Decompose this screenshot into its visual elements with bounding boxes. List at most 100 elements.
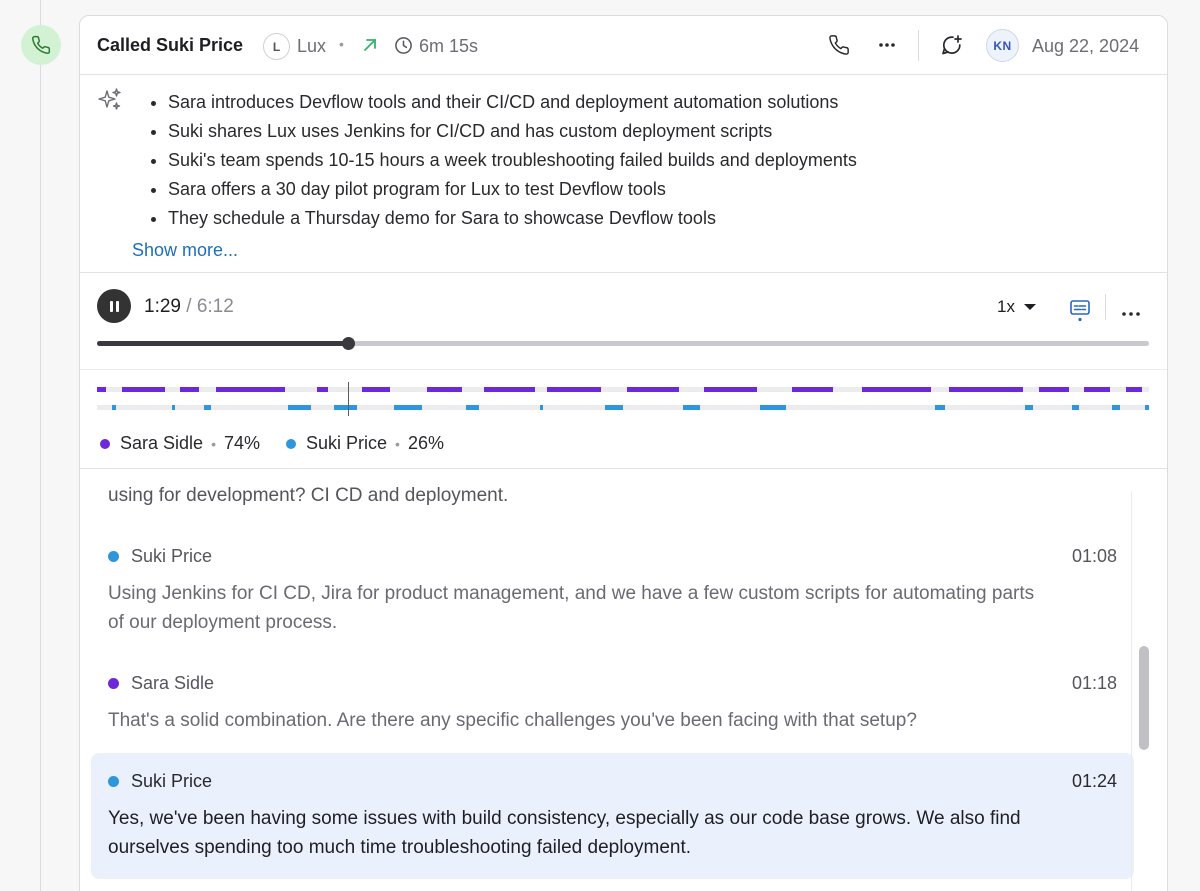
speaker-timeline-sara[interactable] xyxy=(97,387,1149,392)
speaker-name: Suki Price xyxy=(306,433,388,453)
transcript-entry-header: Suki Price xyxy=(108,546,212,567)
sparkle-icon xyxy=(97,87,123,118)
transcript-entry-header: Suki Price xyxy=(108,771,212,792)
summary-bullet: Suki shares Lux uses Jenkins for CI/CD a… xyxy=(151,117,857,146)
speaker-segment[interactable] xyxy=(484,387,535,392)
transcript-panel: using for development? CI CD and deploym… xyxy=(80,469,1140,891)
company-avatar[interactable]: L xyxy=(263,33,290,60)
speaker-color-dot xyxy=(100,438,110,449)
caret-down-icon xyxy=(1023,304,1036,310)
transcript-entry-active[interactable]: Suki Price 01:24 Yes, we've been having … xyxy=(91,753,1134,879)
speaker-segment[interactable] xyxy=(362,387,391,392)
speaker-segment[interactable] xyxy=(466,405,479,410)
transcript-entry[interactable]: Suki Price 01:08 Using Jenkins for CI CD… xyxy=(91,539,1134,649)
speaker-segment[interactable] xyxy=(1125,387,1142,392)
speaker-segment[interactable] xyxy=(215,387,286,392)
pause-icon-bar xyxy=(115,300,119,312)
call-back-button[interactable] xyxy=(828,34,850,61)
speaker-segment[interactable] xyxy=(316,387,329,392)
pause-icon xyxy=(109,300,113,312)
speaker-segment[interactable] xyxy=(1144,405,1149,410)
transcript-speaker: Suki Price xyxy=(131,546,213,566)
separator-dot: • xyxy=(339,36,344,52)
total-time: 6:12 xyxy=(196,296,234,317)
speaker-color-dot xyxy=(108,776,119,787)
speaker-segment[interactable] xyxy=(180,387,200,392)
speaker-segment[interactable] xyxy=(171,405,175,410)
speaker-segment[interactable] xyxy=(605,405,623,410)
more-horizontal-icon xyxy=(1122,312,1140,316)
playback-speed-dropdown[interactable]: 1x xyxy=(997,297,1036,317)
speaker-segment[interactable] xyxy=(704,387,757,392)
speaker-segment[interactable] xyxy=(111,405,116,410)
phone-icon xyxy=(32,35,51,54)
summary-bullet: Sara introduces Devflow tools and their … xyxy=(151,88,857,117)
phone-icon xyxy=(829,35,849,55)
separator-dot: • xyxy=(211,435,216,452)
speaker-segment[interactable] xyxy=(1038,387,1070,392)
speaker-timeline-suki[interactable] xyxy=(97,405,1149,410)
transcript-speaker: Sara Sidle xyxy=(131,673,215,693)
speaker-legend-item-suki[interactable]: Suki Price • 26% xyxy=(286,433,444,454)
speaker-segment[interactable] xyxy=(547,387,601,392)
call-activity-card: Called Suki Price L Lux • 6m 15s KN Aug … xyxy=(79,15,1168,891)
summary-bullet: They schedule a Thursday demo for Sara t… xyxy=(151,204,857,233)
captions-toggle-button[interactable] xyxy=(1070,298,1090,322)
speaker-segment[interactable] xyxy=(204,405,211,410)
transcript-speaker: Suki Price xyxy=(131,771,213,791)
speaker-color-dot xyxy=(286,438,296,449)
transcript-scrollbar-thumb[interactable] xyxy=(1139,646,1149,750)
speaker-segment[interactable] xyxy=(333,405,357,410)
call-activity-icon xyxy=(21,25,61,65)
speaker-segment[interactable] xyxy=(539,405,544,410)
speaker-segment[interactable] xyxy=(861,387,932,392)
speaker-segment[interactable] xyxy=(1024,405,1034,410)
summary-bullet: Suki's team spends 10-15 hours a week tr… xyxy=(151,146,857,175)
company-name[interactable]: Lux xyxy=(297,36,326,57)
speaker-segment[interactable] xyxy=(759,405,787,410)
speaker-segment[interactable] xyxy=(1072,405,1079,410)
transcript-timestamp[interactable]: 01:24 xyxy=(1072,771,1117,792)
show-more-link[interactable]: Show more... xyxy=(132,240,238,261)
separator-dot: • xyxy=(395,435,400,452)
speaker-segment[interactable] xyxy=(949,387,1023,392)
player-divider xyxy=(1105,294,1106,320)
pause-button[interactable] xyxy=(97,289,131,323)
speaker-segment[interactable] xyxy=(682,405,700,410)
playback-progress-bar[interactable] xyxy=(97,337,1149,350)
current-time: 1:29 xyxy=(144,296,181,317)
add-comment-icon xyxy=(942,35,962,55)
section-divider xyxy=(80,272,1167,273)
speaker-segment[interactable] xyxy=(792,387,834,392)
speaker-legend-item-sara[interactable]: Sara Sidle • 74% xyxy=(100,433,260,454)
speaker-segment[interactable] xyxy=(627,387,679,392)
transcript-timestamp[interactable]: 01:08 xyxy=(1072,546,1117,567)
speaker-segment[interactable] xyxy=(393,405,423,410)
summary-bullet: Sara offers a 30 day pilot program for L… xyxy=(151,175,857,204)
player-more-button[interactable] xyxy=(1121,304,1141,322)
call-title[interactable]: Called Suki Price xyxy=(97,35,243,56)
transcript-timestamp[interactable]: 01:18 xyxy=(1072,673,1117,694)
speaker-segment[interactable] xyxy=(122,387,166,392)
speaker-legend: Sara Sidle • 74% Suki Price • 26% xyxy=(100,433,470,454)
section-divider xyxy=(80,369,1167,370)
header-divider xyxy=(918,30,919,61)
transcript-text: Yes, we've been having some issues with … xyxy=(108,808,1021,858)
more-options-button[interactable] xyxy=(876,34,898,61)
speaker-segment[interactable] xyxy=(1083,387,1111,392)
transcript-text: That's a solid combination. Are there an… xyxy=(108,710,917,731)
speaker-segment[interactable] xyxy=(1112,405,1120,410)
playback-scrubber-handle[interactable] xyxy=(342,337,356,350)
playback-progress-fill xyxy=(97,341,349,346)
speaker-color-dot xyxy=(108,551,119,562)
outbound-arrow-icon xyxy=(361,36,379,59)
user-avatar[interactable]: KN xyxy=(986,29,1019,62)
speaker-segment[interactable] xyxy=(935,405,945,410)
speaker-segment[interactable] xyxy=(97,387,107,392)
transcript-entry[interactable]: Sara Sidle 01:18 That's a solid combinat… xyxy=(91,666,1134,746)
speaker-segment[interactable] xyxy=(288,405,311,410)
captions-icon xyxy=(1070,300,1090,322)
add-comment-button[interactable] xyxy=(940,33,964,62)
speaker-segment[interactable] xyxy=(427,387,463,392)
call-date: Aug 22, 2024 xyxy=(1032,36,1140,56)
